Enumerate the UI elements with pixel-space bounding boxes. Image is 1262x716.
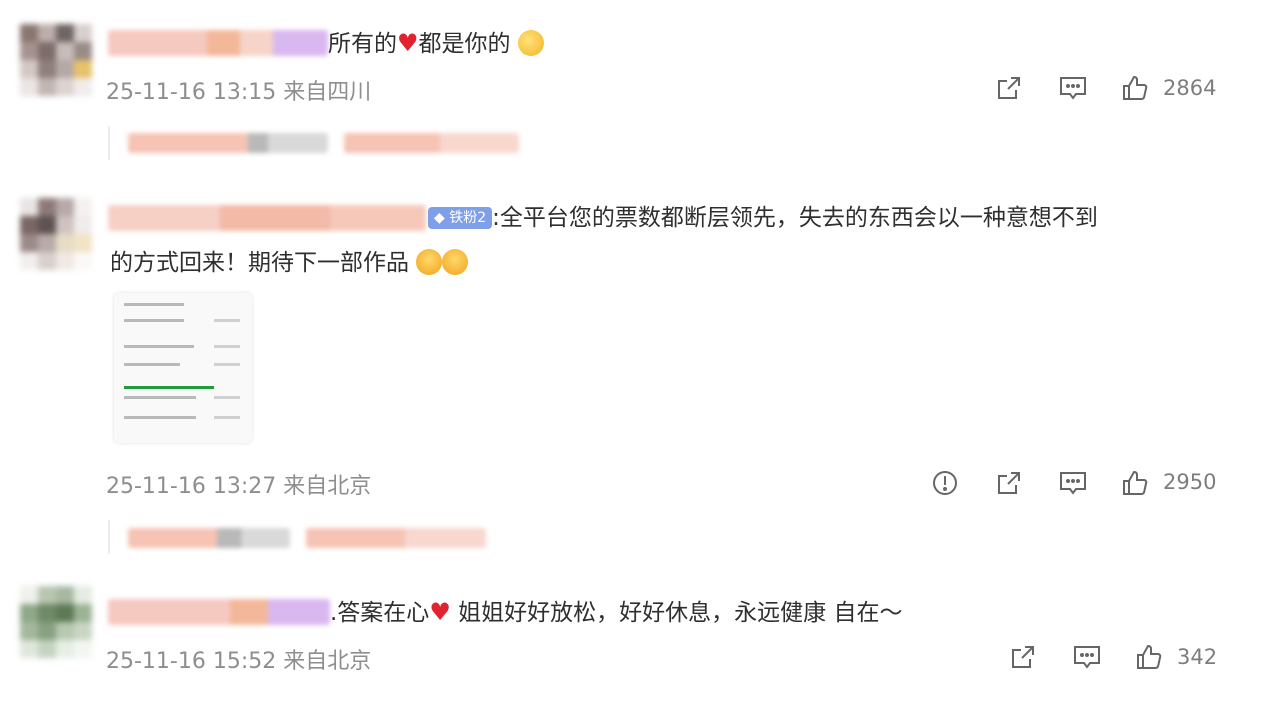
share-icon bbox=[1012, 646, 1034, 668]
comment-text: .答案在心♥ 姐姐好好放松，好好休息，永远健康 自在～ bbox=[330, 598, 903, 626]
share-button[interactable] bbox=[994, 468, 1024, 498]
badge-icon: ◆ bbox=[434, 210, 445, 226]
kiss-face-icon bbox=[517, 30, 544, 56]
timestamp: 25-11-16 13:15 bbox=[106, 80, 277, 105]
avatar[interactable] bbox=[20, 198, 92, 270]
thumbs-up-icon bbox=[1123, 470, 1148, 495]
comment-image-thumbnail[interactable] bbox=[114, 293, 252, 443]
comment-text-line2: 的方式回来！期待下一部作品 bbox=[110, 247, 469, 279]
crying-face-icon bbox=[416, 249, 443, 275]
heart-icon: ♥ bbox=[429, 598, 451, 626]
like-button[interactable] bbox=[1134, 642, 1164, 672]
share-button[interactable] bbox=[994, 73, 1024, 103]
avatar[interactable] bbox=[20, 586, 92, 658]
reply-preview-blurred[interactable] bbox=[306, 528, 486, 548]
share-button[interactable] bbox=[1008, 642, 1038, 672]
location: 来自四川 bbox=[283, 80, 372, 105]
like-button[interactable] bbox=[1120, 468, 1150, 498]
comment-meta: 25-11-16 13:27 来自北京 bbox=[106, 468, 371, 500]
comment-icon bbox=[1060, 77, 1086, 100]
reply-preview-blurred[interactable] bbox=[344, 133, 519, 153]
comment-meta: 25-11-16 13:15 来自四川 bbox=[106, 74, 371, 106]
like-count: 342 bbox=[1177, 645, 1218, 669]
comment-button[interactable] bbox=[1058, 73, 1088, 103]
username-blurred[interactable] bbox=[108, 30, 328, 56]
reply-preview-blurred[interactable] bbox=[128, 528, 290, 548]
location: 来自北京 bbox=[283, 649, 372, 674]
like-count: 2950 bbox=[1163, 470, 1217, 494]
reply-divider bbox=[108, 520, 110, 554]
fan-badge: ◆ 铁粉2 bbox=[428, 207, 493, 229]
share-icon bbox=[998, 77, 1020, 99]
comment-icon bbox=[1074, 646, 1100, 669]
like-button[interactable] bbox=[1120, 73, 1150, 103]
report-button[interactable] bbox=[930, 468, 960, 498]
comment-text: ◆ 铁粉2:全平台您的票数都断层领先，失去的东西会以一种意想不到 bbox=[428, 202, 1098, 234]
thumbs-up-icon bbox=[1137, 644, 1162, 669]
username-blurred[interactable] bbox=[108, 599, 330, 625]
heart-icon: ♥ bbox=[397, 29, 419, 57]
timestamp: 25-11-16 13:27 bbox=[106, 474, 277, 499]
comment-button[interactable] bbox=[1072, 642, 1102, 672]
reply-divider bbox=[108, 126, 110, 160]
timestamp: 25-11-16 15:52 bbox=[106, 649, 277, 674]
comment-button[interactable] bbox=[1058, 468, 1088, 498]
username-blurred[interactable] bbox=[108, 205, 426, 231]
like-count: 2864 bbox=[1163, 76, 1217, 100]
thumbs-up-icon bbox=[1123, 75, 1148, 100]
location: 来自北京 bbox=[283, 474, 372, 499]
comment-icon bbox=[1060, 472, 1086, 495]
comment-meta: 25-11-16 15:52 来自北京 bbox=[106, 643, 371, 675]
avatar[interactable] bbox=[20, 24, 92, 96]
crying-face-icon bbox=[442, 249, 469, 275]
reply-preview-blurred[interactable] bbox=[128, 133, 328, 153]
report-icon bbox=[933, 471, 957, 495]
comment-text: 所有的♥都是你的 bbox=[328, 27, 544, 60]
share-icon bbox=[998, 472, 1020, 494]
